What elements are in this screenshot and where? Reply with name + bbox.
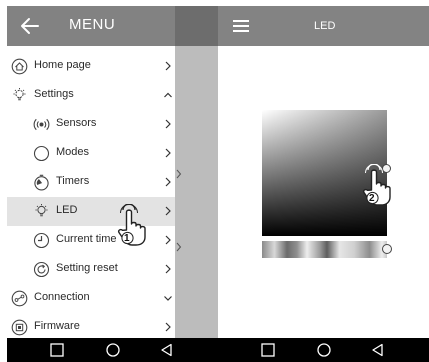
- menu-item-label: Sensors: [56, 117, 97, 129]
- chevron-up-icon: [164, 92, 172, 98]
- menu-item-setting-reset[interactable]: Setting reset: [7, 255, 175, 284]
- menu-item-label: Firmware: [34, 320, 80, 332]
- chevron-right-icon: [165, 206, 171, 216]
- step-number-2: 2: [369, 193, 375, 204]
- triangle-back-icon[interactable]: [159, 342, 175, 358]
- firmware-icon: [11, 319, 28, 336]
- circle-home-icon[interactable]: [105, 342, 121, 358]
- chevron-right-icon: [165, 264, 171, 274]
- menu-title: MENU: [69, 16, 116, 33]
- square-icon[interactable]: [49, 342, 65, 358]
- menu-item-label: LED: [56, 204, 78, 216]
- android-nav-bar: [7, 338, 218, 362]
- chevron-right-icon: [165, 235, 171, 245]
- clock-icon: [33, 232, 50, 249]
- menu-item-label: Home page: [34, 59, 91, 71]
- step-number-1: 1: [124, 233, 130, 244]
- connection-icon: [11, 290, 28, 307]
- menu-item-settings[interactable]: Settings: [7, 81, 175, 110]
- menu-item-timers[interactable]: Timers: [7, 168, 175, 197]
- chevron-right-icon: [165, 61, 171, 71]
- reset-icon: [33, 261, 50, 278]
- circle-icon: [33, 145, 50, 162]
- menu-item-sensors[interactable]: Sensors: [7, 110, 175, 139]
- android-nav-bar: [218, 338, 429, 362]
- tap-hand-icon: [363, 164, 391, 206]
- menu-item-label: Timers: [56, 175, 90, 187]
- chevron-right-icon: [165, 148, 171, 158]
- hue-slider[interactable]: [262, 241, 387, 258]
- home-icon: [11, 58, 28, 75]
- menu-item-label: Modes: [56, 146, 90, 158]
- settings-bulb-icon: [13, 88, 26, 101]
- page-title: LED: [314, 20, 336, 32]
- tap-hand-icon: [118, 204, 146, 246]
- navigation-drawer: Home page Settings Sensors Modes Timers …: [7, 46, 175, 338]
- chevron-right-icon: [165, 322, 171, 332]
- arrow-left-icon[interactable]: [19, 15, 41, 37]
- circle-home-icon[interactable]: [316, 342, 332, 358]
- chevron-right-icon: [176, 242, 182, 252]
- menu-item-modes[interactable]: Modes: [7, 139, 175, 168]
- chevron-right-icon: [165, 119, 171, 129]
- menu-item-label: Connection: [34, 291, 90, 303]
- chevron-down-icon: [164, 296, 172, 301]
- right-phone-screen: LED 2: [218, 6, 429, 362]
- menu-item-label: Settings: [34, 88, 74, 100]
- triangle-back-icon[interactable]: [370, 342, 386, 358]
- hamburger-icon[interactable]: [232, 18, 250, 34]
- timer-icon: [34, 174, 49, 191]
- menu-item-label: Current time: [56, 233, 117, 245]
- menu-item-home-page[interactable]: Home page: [7, 52, 175, 81]
- square-icon[interactable]: [260, 342, 276, 358]
- chevron-right-icon: [165, 177, 171, 187]
- drawer-header: MENU: [7, 6, 175, 46]
- dimmed-background-strip: [175, 46, 218, 338]
- sensor-icon: [33, 118, 50, 131]
- menu-item-connection[interactable]: Connection: [7, 284, 175, 313]
- chevron-right-icon: [176, 169, 182, 179]
- menu-item-label: Setting reset: [56, 262, 118, 274]
- bulb-icon: [35, 204, 48, 217]
- left-phone-screen: MENU Home page Settings Sensors Modes Ti…: [7, 6, 218, 362]
- led-top-bar: LED: [218, 6, 429, 46]
- hue-slider-handle[interactable]: [382, 244, 392, 254]
